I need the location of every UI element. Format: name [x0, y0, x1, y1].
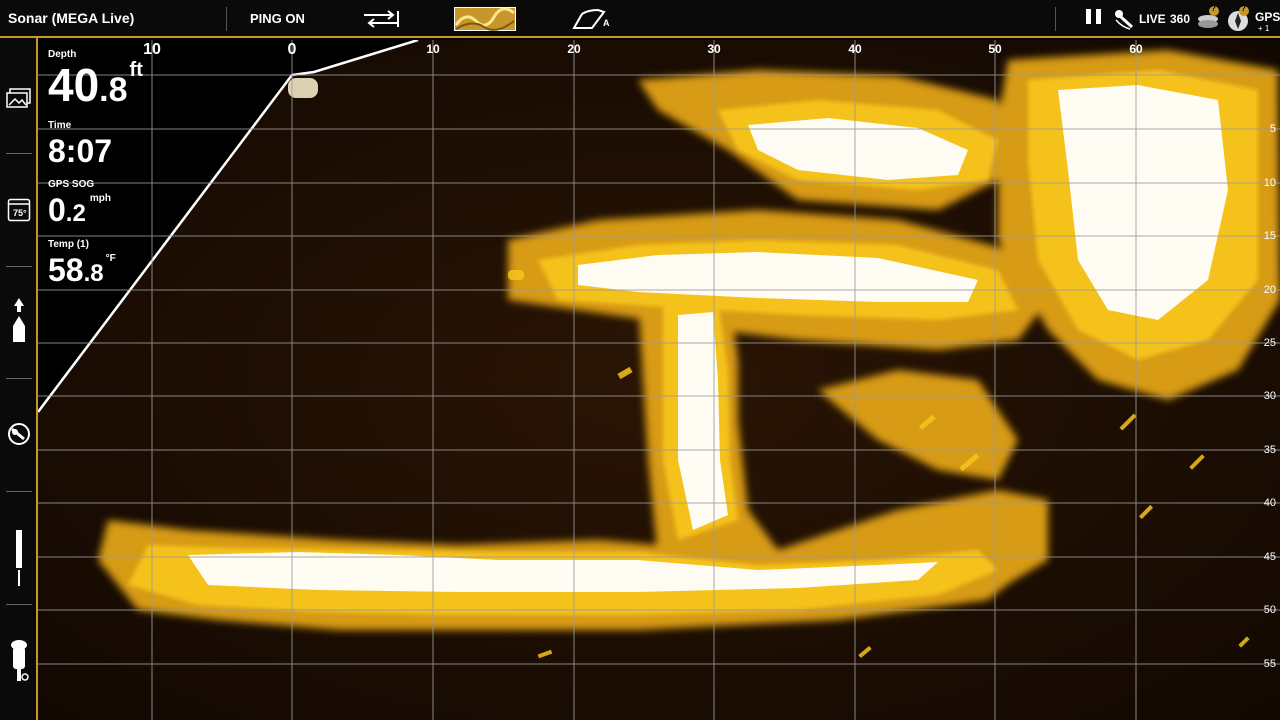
sog-decimal: .2 [65, 200, 86, 227]
chart-layers-icon[interactable] [1196, 5, 1222, 38]
gps-sub-label: + 1 [1258, 24, 1270, 33]
temp-readout[interactable]: Temp (1) 58.8°F [48, 239, 116, 286]
divider [6, 153, 32, 154]
y-axis-label: 40 [1263, 497, 1276, 509]
water-temp-label: 75° [13, 208, 27, 218]
divider [1055, 7, 1056, 31]
divider [6, 378, 32, 379]
depth-readout[interactable]: Depth 40.8ft [48, 49, 143, 108]
ping-toggle[interactable]: PING ON [250, 11, 305, 26]
y-axis-label: 20 [1263, 284, 1276, 296]
pause-icon[interactable] [1084, 8, 1104, 31]
depth-value: 40 [48, 59, 100, 111]
range-mode-label: A [603, 18, 610, 28]
sonar-returns [38, 40, 1280, 720]
x-axis-label: 20 [567, 42, 581, 56]
water-temp-icon[interactable]: 75° [4, 190, 34, 230]
temp-label: Temp (1) [48, 239, 89, 250]
x-axis-label: 60 [1129, 42, 1143, 56]
images-icon[interactable] [4, 78, 34, 118]
trolling-motor-icon[interactable] [4, 638, 34, 684]
divider [6, 604, 32, 605]
range-slider-icon[interactable] [4, 528, 34, 588]
divider [6, 491, 32, 492]
y-axis-label: 10 [1263, 177, 1276, 189]
palette-thumbnail-icon[interactable] [454, 7, 516, 36]
x-axis-label: 0 [287, 41, 297, 58]
compass-icon[interactable] [1226, 5, 1252, 38]
x-axis-label: 50 [988, 42, 1002, 56]
sog-unit: mph [89, 193, 111, 204]
divider [226, 7, 227, 31]
depth-unit: ft [129, 59, 143, 81]
temp-decimal: .8 [83, 260, 104, 287]
left-sidebar: 75° [0, 38, 38, 720]
y-axis-label: 30 [1263, 390, 1276, 402]
x-axis-label: 10 [426, 42, 440, 56]
x-axis-label: 40 [848, 42, 862, 56]
sonar-orientation-icon[interactable] [4, 414, 34, 454]
temp-value: 58 [48, 252, 84, 288]
y-axis-label: 45 [1263, 551, 1276, 563]
y-axis-label: 50 [1263, 604, 1276, 616]
sog-value: 0 [48, 192, 66, 228]
compass-badge: ? [1241, 4, 1246, 13]
x-axis-label: 30 [707, 42, 721, 56]
sog-readout[interactable]: GPS SOG 0.2mph [48, 179, 111, 226]
x-axis-label: 10 [143, 41, 161, 58]
view-title[interactable]: Sonar (MEGA Live) [8, 10, 134, 26]
sog-label: GPS SOG [48, 179, 95, 190]
time-label: Time [48, 120, 72, 131]
live-indicator[interactable]: LIVE [1139, 12, 1166, 26]
layers-badge: ? [1211, 4, 1216, 13]
top-bar: Sonar (MEGA Live) PING ON A LIVE 360 ? ?… [0, 0, 1280, 38]
time-readout[interactable]: Time 8:07 [48, 120, 112, 167]
boat-position-icon[interactable] [4, 298, 34, 342]
gps-status[interactable]: GPS [1255, 10, 1280, 24]
sonar-display[interactable]: 10 0 10 20 30 40 50 60 5 10 15 20 25 30 … [38, 40, 1280, 720]
y-axis-label: 55 [1263, 658, 1276, 670]
depth-decimal: .8 [99, 71, 128, 109]
360-indicator[interactable]: 360 [1170, 12, 1190, 26]
swap-direction-icon[interactable] [362, 9, 400, 34]
y-axis-label: 5 [1269, 123, 1276, 135]
time-value: 8:07 [48, 133, 113, 169]
sonar-beam-icon[interactable] [1112, 7, 1136, 36]
divider [6, 266, 32, 267]
y-axis-label: 25 [1263, 337, 1276, 349]
y-axis-label: 35 [1263, 444, 1276, 456]
temp-unit: °F [105, 253, 116, 264]
y-axis-label: 15 [1263, 230, 1276, 242]
